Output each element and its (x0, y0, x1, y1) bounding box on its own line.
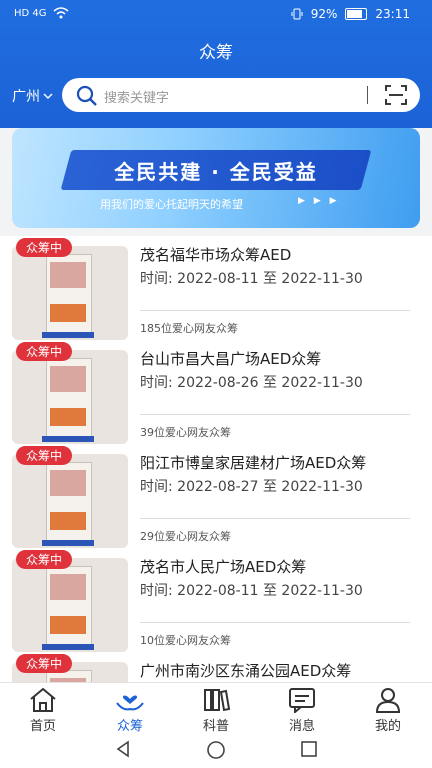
item-thumbnail (12, 350, 128, 444)
list-item[interactable]: 众筹中 广州市南沙区东涌公园AED众筹 (12, 652, 420, 682)
item-time: 时间: 2022-08-11 至 2022-11-30 (140, 271, 363, 287)
tab-crowdfunding[interactable]: 众筹 (100, 683, 160, 734)
city-selector[interactable]: 广州 (12, 86, 53, 106)
status-badge: 众筹中 (16, 446, 73, 465)
item-divider (140, 518, 410, 519)
banner-slogan: 全民共建 · 全民受益 (114, 160, 318, 184)
search-divider (367, 86, 368, 104)
recents-icon[interactable] (300, 740, 318, 758)
back-icon[interactable] (114, 740, 132, 758)
list-item[interactable]: 众筹中 台山市昌大昌广场AED众筹 时间: 2022-08-26 至 2022-… (12, 340, 420, 444)
message-icon (289, 688, 315, 713)
city-label: 广州 (12, 89, 40, 105)
banner-subtitle: 用我们的爱心托起明天的希望 (100, 198, 243, 211)
books-icon (204, 689, 231, 712)
app-header: HD 4G 92% 23:11 众筹 广州 搜索关键字 (0, 0, 432, 128)
item-title: 广州市南沙区东涌公园AED众筹 (140, 662, 352, 680)
item-thumbnail (12, 246, 128, 340)
clock: 23:11 (375, 7, 410, 21)
item-title: 茂名福华市场众筹AED (140, 246, 292, 264)
chevron-down-icon (43, 93, 53, 99)
bottom-tab-bar: 首页 众筹 科普 消息 我的 (0, 682, 432, 734)
item-supporters: 29位爱心网友众筹 (140, 530, 231, 543)
item-time: 时间: 2022-08-26 至 2022-11-30 (140, 375, 363, 391)
list-item[interactable]: 众筹中 阳江市博皇家居建材广场AED众筹 时间: 2022-08-27 至 20… (12, 444, 420, 548)
search-input[interactable]: 搜索关键字 (104, 87, 169, 106)
system-nav-bar (0, 732, 432, 768)
scan-icon[interactable] (384, 84, 408, 106)
item-title: 茂名市人民广场AED众筹 (140, 558, 307, 576)
crowdfunding-list: 众筹中 茂名福华市场众筹AED 时间: 2022-08-11 至 2022-11… (0, 236, 432, 682)
search-bar[interactable]: 搜索关键字 (62, 78, 420, 112)
list-item[interactable]: 众筹中 茂名福华市场众筹AED 时间: 2022-08-11 至 2022-11… (12, 236, 420, 340)
wifi-icon (53, 7, 69, 19)
item-supporters: 185位爱心网友众筹 (140, 322, 238, 335)
tab-messages[interactable]: 消息 (272, 683, 332, 734)
status-bar: HD 4G 92% 23:11 (0, 0, 432, 28)
item-title: 阳江市博皇家居建材广场AED众筹 (140, 454, 367, 472)
vibrate-icon (291, 8, 303, 20)
item-divider (140, 414, 410, 415)
item-time: 时间: 2022-08-11 至 2022-11-30 (140, 583, 363, 599)
search-icon (76, 85, 97, 106)
status-right: 92% 23:11 (291, 7, 410, 21)
tab-mine[interactable]: 我的 (358, 683, 418, 734)
item-divider (140, 310, 410, 311)
item-thumbnail (12, 454, 128, 548)
status-badge: 众筹中 (16, 654, 73, 673)
network-indicator: HD 4G (14, 7, 47, 19)
promo-banner[interactable]: 全民共建 · 全民受益 用我们的爱心托起明天的希望 ▶ ▶ ▶ (12, 128, 420, 228)
status-badge: 众筹中 (16, 550, 73, 569)
person-icon (375, 688, 401, 713)
banner-arrows: ▶ ▶ ▶ (298, 196, 340, 206)
hands-heart-icon (116, 695, 144, 711)
tab-science[interactable]: 科普 (186, 683, 246, 734)
status-badge: 众筹中 (16, 342, 73, 361)
tab-home[interactable]: 首页 (13, 683, 73, 734)
item-thumbnail (12, 558, 128, 652)
page-title: 众筹 (199, 43, 233, 63)
item-supporters: 39位爱心网友众筹 (140, 426, 231, 439)
status-left: HD 4G (14, 7, 69, 19)
home-icon (30, 687, 56, 712)
list-item[interactable]: 众筹中 茂名市人民广场AED众筹 时间: 2022-08-11 至 2022-1… (12, 548, 420, 652)
item-title: 台山市昌大昌广场AED众筹 (140, 350, 322, 368)
item-supporters: 10位爱心网友众筹 (140, 634, 231, 647)
battery-percent: 92% (310, 7, 338, 21)
battery-icon (345, 8, 368, 20)
status-badge: 众筹中 (16, 238, 73, 257)
item-divider (140, 622, 410, 623)
home-nav-icon[interactable] (206, 740, 226, 760)
item-time: 时间: 2022-08-27 至 2022-11-30 (140, 479, 363, 495)
